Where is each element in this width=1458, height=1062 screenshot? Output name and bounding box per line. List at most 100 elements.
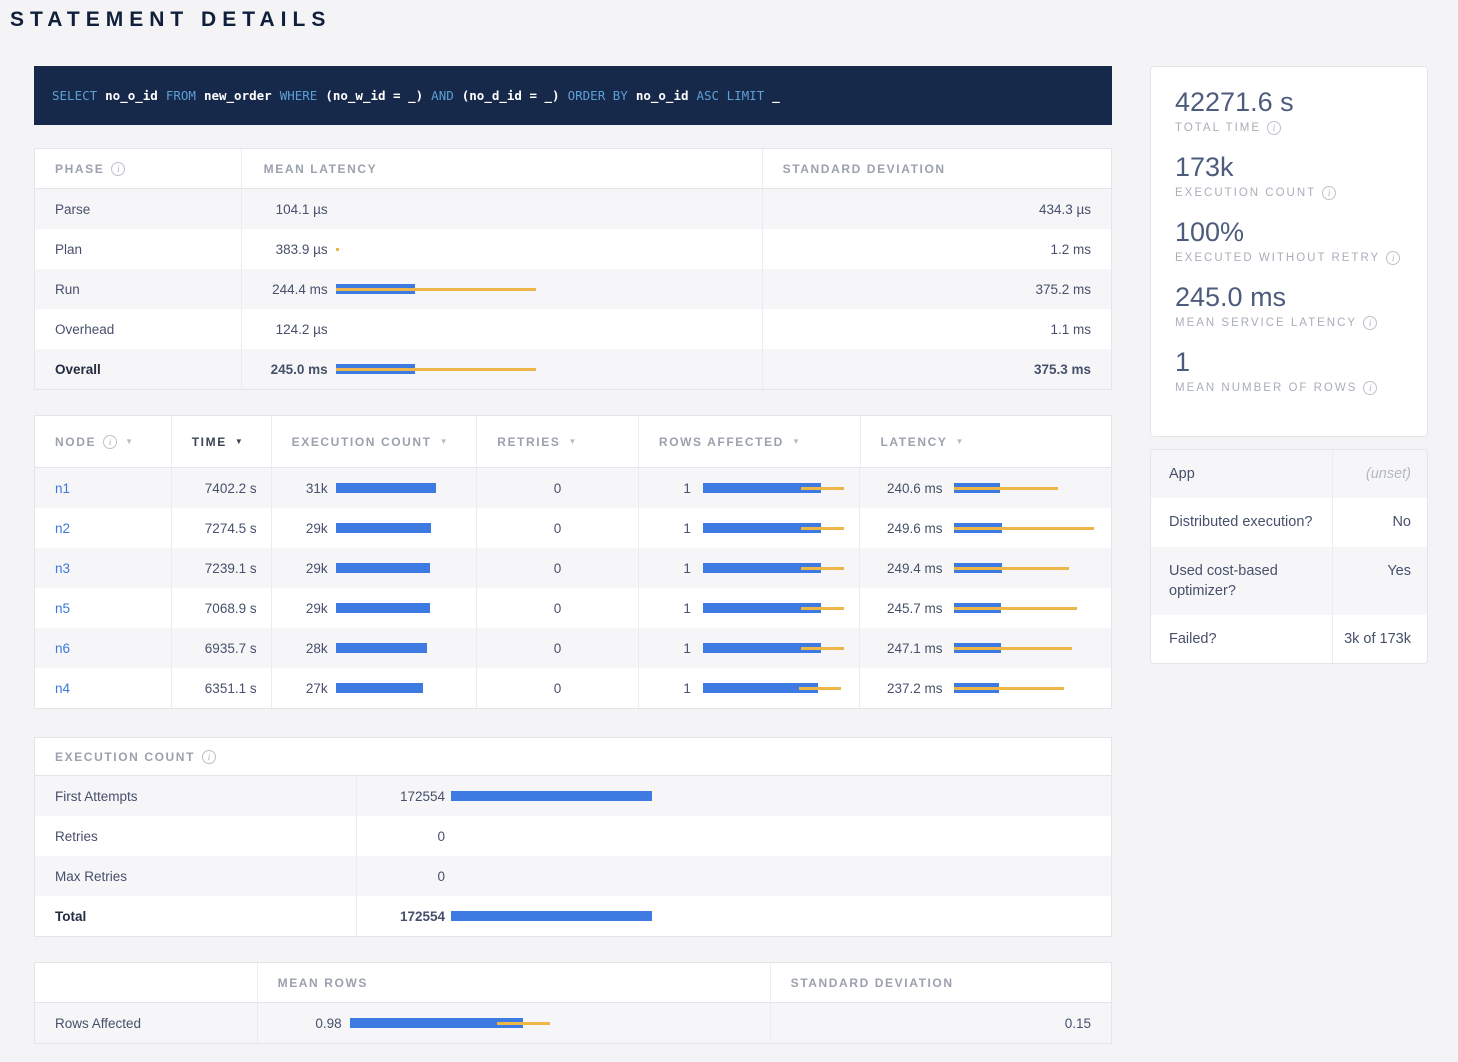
node-column-header[interactable]: NODEi▼ (35, 416, 171, 467)
retries-value: 0 (554, 601, 562, 616)
count-value: 0 (363, 869, 445, 884)
info-icon[interactable]: i (1386, 251, 1400, 265)
info-icon[interactable]: i (1363, 381, 1377, 395)
table-row: Max Retries 0 (35, 856, 1111, 896)
retries-value: 0 (554, 641, 562, 656)
info-icon[interactable]: i (202, 750, 216, 764)
rows-affected-bar (703, 682, 858, 694)
count-value: 0 (363, 829, 445, 844)
latency-value: 237.2 ms (866, 681, 942, 696)
retries-value: 0 (554, 521, 562, 536)
rows-affected-column-header[interactable]: ROWS AFFECTED▼ (638, 416, 860, 467)
rows-affected-value: 1 (645, 641, 691, 656)
latency-bar (336, 323, 546, 335)
mean-rows-column-header: MEAN ROWS (278, 976, 368, 990)
latency-bar (954, 602, 1104, 614)
phase-table-header: PHASE i MEAN LATENCY STANDARD DEVIATION (35, 149, 1111, 189)
table-row: Overhead 124.2 µs 1.1 ms (35, 309, 1111, 349)
sort-arrow-icon[interactable]: ▼ (235, 437, 243, 446)
stat-total-time: 42271.6 s TOTAL TIMEi (1175, 87, 1427, 135)
info-icon[interactable]: i (111, 162, 125, 176)
time-value: 7239.1 s (205, 561, 257, 576)
count-bar (451, 790, 1091, 802)
time-value: 7274.5 s (205, 521, 257, 536)
rows-affected-table: MEAN ROWS STANDARD DEVIATION Rows Affect… (34, 962, 1112, 1044)
std-dev-value: 1.1 ms (1050, 322, 1091, 337)
stat-value: 173k (1175, 152, 1427, 183)
table-row: Overall 245.0 ms 375.3 ms (35, 349, 1111, 389)
std-dev-column-header: STANDARD DEVIATION (783, 162, 946, 176)
sort-arrow-icon[interactable]: ▼ (792, 437, 800, 446)
rows-affected-value: 1 (645, 481, 691, 496)
sql-expression: _ (772, 88, 780, 103)
latency-bar (954, 522, 1104, 534)
row-label: Rows Affected (55, 1016, 141, 1031)
time-column-header[interactable]: TIME▼ (171, 416, 271, 467)
rows-affected-value: 1 (645, 681, 691, 696)
sql-statement-box: SELECT no_o_id FROM new_order WHERE (no_… (34, 66, 1112, 125)
node-stats-table: NODEi▼ TIME▼ EXECUTION COUNT▼ RETRIES▼ R… (34, 415, 1112, 709)
rows-affected-value: 1 (645, 521, 691, 536)
sort-arrow-icon[interactable]: ▼ (440, 437, 448, 446)
sort-arrow-icon[interactable]: ▼ (568, 437, 576, 446)
time-value: 7402.2 s (205, 481, 257, 496)
count-bar (451, 910, 1091, 922)
info-icon[interactable]: i (1363, 316, 1377, 330)
sql-identifier: new_order (204, 88, 272, 103)
node-link[interactable]: n2 (55, 521, 70, 536)
phase-label: Parse (55, 202, 90, 217)
stat-label: MEAN NUMBER OF ROWS (1175, 382, 1357, 394)
node-table-header: NODEi▼ TIME▼ EXECUTION COUNT▼ RETRIES▼ R… (35, 416, 1111, 468)
node-link[interactable]: n4 (55, 681, 70, 696)
sql-keyword: FROM (166, 88, 196, 103)
node-link[interactable]: n6 (55, 641, 70, 656)
phase-label: Plan (55, 242, 82, 257)
table-row: n1 7402.2 s 31k 0 1 240.6 ms (35, 468, 1111, 508)
table-row: Failed? 3k of 173k (1151, 615, 1427, 663)
execution-count-value: 27k (278, 681, 328, 696)
std-dev-value: 375.2 ms (1035, 282, 1091, 297)
row-label: Retries (55, 829, 98, 844)
node-link[interactable]: n3 (55, 561, 70, 576)
summary-stats-card: 42271.6 s TOTAL TIMEi 173k EXECUTION COU… (1150, 66, 1428, 437)
info-icon[interactable]: i (103, 435, 117, 449)
table-row: First Attempts 172554 (35, 776, 1111, 816)
sql-expression: (no_d_id = _) (462, 88, 560, 103)
table-row: Run 244.4 ms 375.2 ms (35, 269, 1111, 309)
sql-identifier: no_o_id (105, 88, 158, 103)
latency-value: 249.6 ms (866, 521, 942, 536)
rows-affected-bar (703, 562, 858, 574)
rows-affected-value: 1 (645, 561, 691, 576)
latency-column-header[interactable]: LATENCY▼ (860, 416, 1112, 467)
mean-latency-value: 104.1 µs (248, 202, 328, 217)
retries-value: 0 (554, 561, 562, 576)
latency-value: 247.1 ms (866, 641, 942, 656)
retries-column-header[interactable]: RETRIES▼ (476, 416, 638, 467)
mean-latency-column-header: MEAN LATENCY (264, 162, 378, 176)
info-icon[interactable]: i (1322, 186, 1336, 200)
stat-label: TOTAL TIME (1175, 122, 1261, 134)
rows-affected-bar (703, 602, 858, 614)
statement-details-card: App (unset) Distributed execution? No Us… (1150, 449, 1428, 664)
count-value: 172554 (363, 909, 445, 924)
node-link[interactable]: n5 (55, 601, 70, 616)
phase-column-header: PHASE (55, 162, 104, 176)
node-link[interactable]: n1 (55, 481, 70, 496)
latency-bar (954, 682, 1104, 694)
stat-value: 245.0 ms (1175, 282, 1427, 313)
sql-expression: (no_w_id = _) (325, 88, 423, 103)
sql-keyword: ASC LIMIT (697, 88, 765, 103)
sort-arrow-icon[interactable]: ▼ (125, 437, 133, 446)
execution-count-bar (336, 482, 476, 494)
detail-value: No (1333, 498, 1427, 546)
time-value: 7068.9 s (205, 601, 257, 616)
phase-label: Overhead (55, 322, 114, 337)
time-value: 6935.7 s (205, 641, 257, 656)
execution-count-table: EXECUTION COUNTi First Attempts 172554 R… (34, 737, 1112, 937)
count-bar (451, 870, 1091, 882)
sort-arrow-icon[interactable]: ▼ (955, 437, 963, 446)
table-row: Used cost-based optimizer? Yes (1151, 547, 1427, 616)
info-icon[interactable]: i (1267, 121, 1281, 135)
execution-count-column-header[interactable]: EXECUTION COUNT▼ (271, 416, 477, 467)
sql-keyword: AND (431, 88, 454, 103)
